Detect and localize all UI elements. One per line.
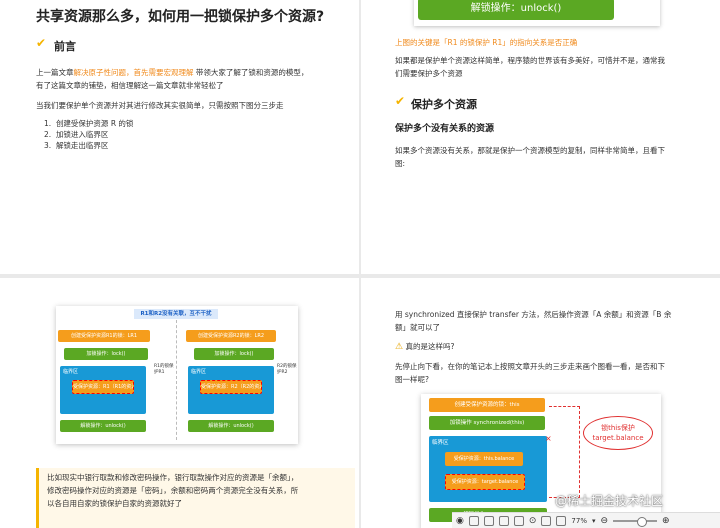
paragraph: 先停止向下看，在你的笔记本上按照文章开头的三步走来画个图看一看，是否和下 图一样呢… <box>395 362 665 384</box>
article-title: 共享资源那么多，如何用一把锁保护多个资源? <box>36 9 325 25</box>
protect-note: R2的锁保护R2 <box>277 364 297 375</box>
intro-paragraph: 当我们要保护单个资源并对其进行修改其实很简单，只需按照下图分三步走 <box>36 101 284 110</box>
protected-resource: 受保护资源：R1（R1的资源） <box>72 380 134 394</box>
watermark: @稀土掘金技术社区 <box>555 494 664 508</box>
previous-article-link[interactable]: 解决原子性问题，首先需要宏观理解 <box>74 68 194 77</box>
cross-icon: × <box>545 434 552 443</box>
protect-note: R1的锁保护R1 <box>154 364 174 375</box>
zoom-out-icon[interactable]: ⊖ <box>600 516 608 526</box>
protected-resource: 受保护资源：target.balance <box>445 474 525 490</box>
unlock-box: 解锁操作：unlock() <box>60 420 146 432</box>
eye-icon[interactable]: ◉ <box>456 516 464 526</box>
critical-label: 临界区 <box>63 369 79 375</box>
check-icon: ✔ <box>36 36 47 50</box>
protected-resource: 受保护资源：R2（R2的资源） <box>200 380 262 394</box>
page-1: 共享资源那么多，如何用一把锁保护多个资源? ✔ 前言 上一篇文章解决原子性问题，… <box>0 0 359 274</box>
two-page-icon[interactable] <box>483 515 494 526</box>
steps-list: 1. 创建受保护资源 R 的锁 2. 加锁进入临界区 3. 解锁走出临界区 <box>44 118 133 151</box>
section-heading: 保护多个资源 <box>411 98 477 111</box>
zoom-menu-icon[interactable]: ▾ <box>592 517 596 525</box>
critical-section: 临界区 受保护资源：R2（R2的资源） <box>188 366 274 414</box>
critical-section: 临界区 受保护资源：this.balance 受保护资源：target.bala… <box>429 436 547 502</box>
critical-section: 临界区 受保护资源：R1（R1的资源） <box>60 366 146 414</box>
diagram-caption: 上图的关键是「R1 的锁保护 R1」的指向关系是否正确 <box>395 38 578 47</box>
warning-icon: ⚠ <box>395 342 404 352</box>
lock-box: 加锁操作：lock() <box>194 348 274 360</box>
book-icon[interactable] <box>513 515 524 526</box>
create-lock-box: 创建受保护资源R2的锁：LR2 <box>186 330 276 342</box>
page-4: 用 synchronized 直接保护 transfer 方法，然后操作资源「A… <box>361 278 720 528</box>
create-lock-box: 创建受保护资源的锁：this <box>429 398 545 412</box>
paragraph: 如果都是保护单个资源这样简单，程序猿的世界该有多美好，可惜并不是，通常我 们需要保… <box>395 56 665 78</box>
viewer-toolbar: ◉ ⊙ 77% ▾ ⊖ ⊕ <box>452 512 720 528</box>
dashed-connector <box>549 406 580 498</box>
zoom-slider[interactable] <box>613 516 658 527</box>
paragraph: 用 synchronized 直接保护 transfer 方法，然后操作资源「A… <box>395 310 672 332</box>
diagram-card: R1和R2没有关联，互不干扰 创建受保护资源R1的锁：LR1 加锁操作：lock… <box>56 306 298 444</box>
critical-label: 临界区 <box>432 440 449 446</box>
zoom-slider-thumb[interactable] <box>637 516 648 527</box>
preface-paragraph: 上一篇文章解决原子性问题，首先需要宏观理解 带领大家了解了锁和资源的模型， 有了… <box>36 68 309 90</box>
zoom-level: 77% <box>571 516 587 525</box>
diagram-title: R1和R2没有关联，互不干扰 <box>134 309 218 319</box>
play-icon[interactable]: ⊙ <box>529 516 537 526</box>
create-lock-box: 创建受保护资源R1的锁：LR1 <box>58 330 150 342</box>
quote-block: 比如现实中银行取款和修改密码操作，银行取款操作对应的资源是「余额」， 修改密码操作… <box>36 468 355 528</box>
annotation-cloud: 锁this保护 target.balance <box>583 416 653 450</box>
list-item: 2. 加锁进入临界区 <box>44 130 109 139</box>
zoom-in-icon[interactable]: ⊕ <box>662 516 670 526</box>
unlock-box: 解锁操作：unlock() <box>188 420 274 432</box>
scroll-icon[interactable] <box>498 515 509 526</box>
diagram-fragment: 解锁操作：unlock() <box>414 0 660 26</box>
paragraph: 如果多个资源没有关系，那就是保护一个资源模型的复制，同样非常简单，且看下 图: <box>395 146 665 168</box>
list-item: 1. 创建受保护资源 R 的锁 <box>44 119 134 128</box>
sub-heading: 保护多个没有关系的资源 <box>395 124 495 134</box>
critical-label: 临界区 <box>191 369 207 375</box>
protected-resource: 受保护资源：this.balance <box>445 452 523 466</box>
unlock-box: 解锁操作：unlock() <box>418 0 614 20</box>
page-2: 解锁操作：unlock() 上图的关键是「R1 的锁保护 R1」的指向关系是否正… <box>361 0 720 274</box>
lock-box: 加锁操作：lock() <box>64 348 148 360</box>
lock-box: 加锁操作 synchronized(this) <box>429 416 545 430</box>
list-item: 3. 解锁走出临界区 <box>44 141 109 150</box>
warning-line: ⚠ 真的是这样吗? <box>395 342 455 352</box>
page-3: R1和R2没有关联，互不干扰 创建受保护资源R1的锁：LR1 加锁操作：lock… <box>0 278 359 528</box>
fit-width-icon[interactable] <box>541 515 552 526</box>
preface-heading: 前言 <box>54 40 76 53</box>
divider <box>176 320 177 440</box>
single-page-icon[interactable] <box>468 515 479 526</box>
fit-page-icon[interactable] <box>556 515 567 526</box>
check-icon: ✔ <box>395 94 406 108</box>
